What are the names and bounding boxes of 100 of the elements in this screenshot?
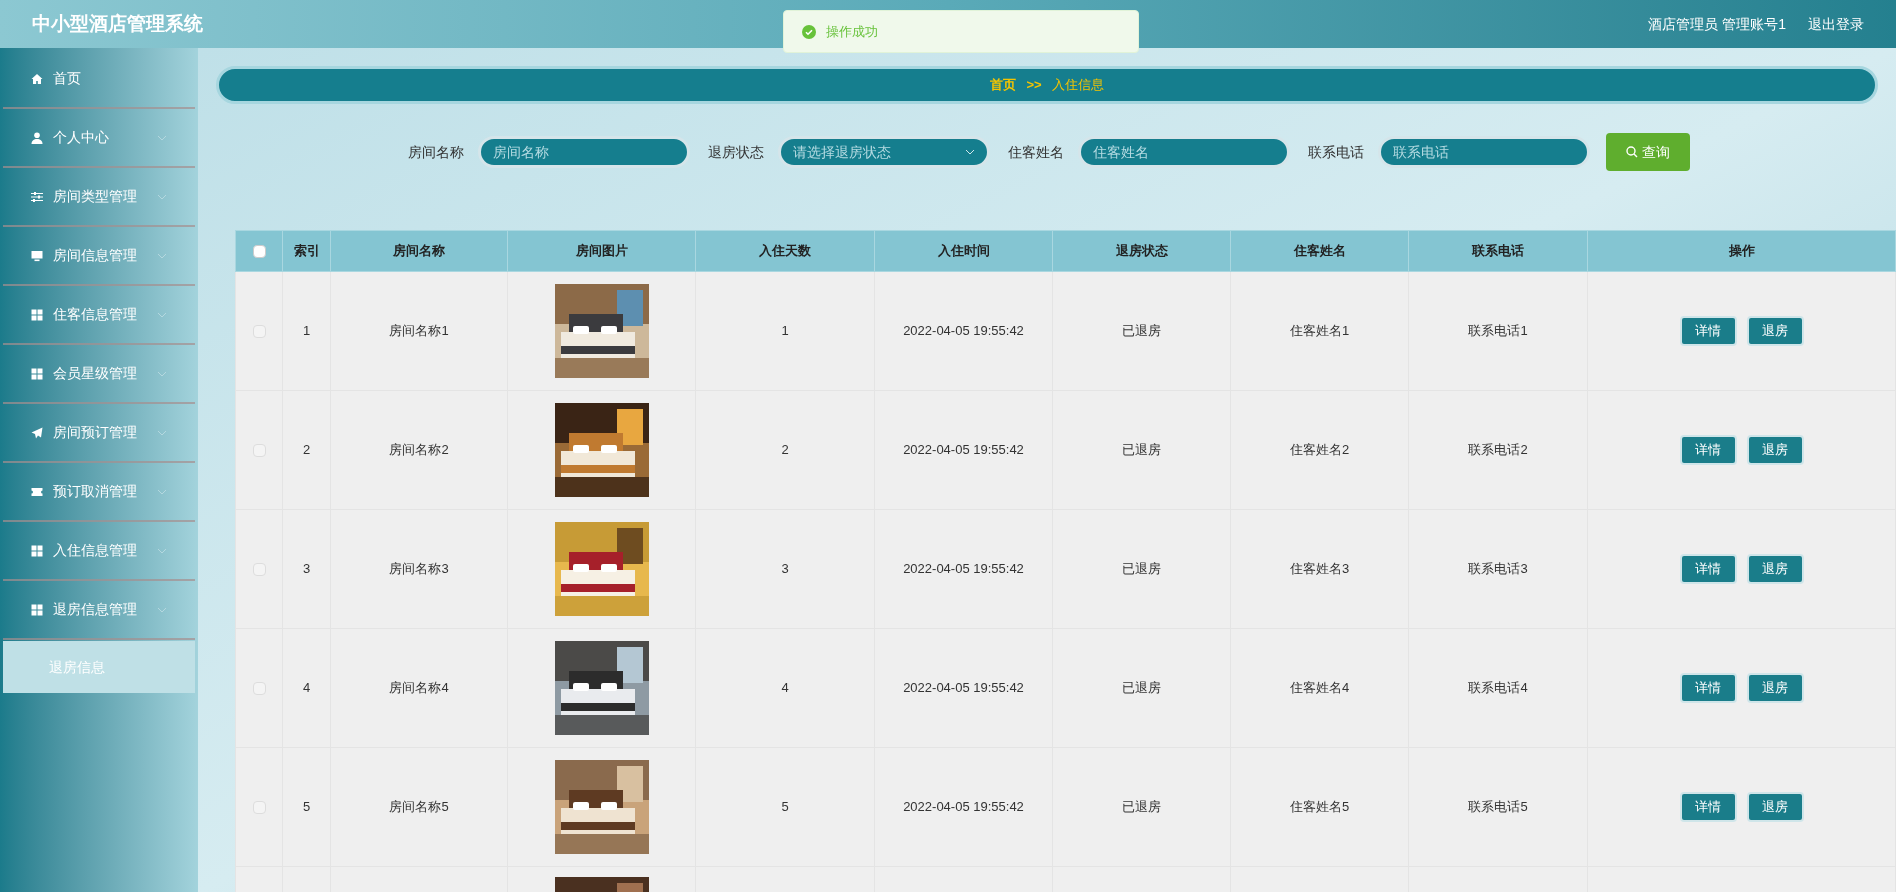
table-cell: 联系电话4: [1468, 680, 1528, 696]
user-icon: [31, 131, 43, 144]
table-cell: 3: [781, 561, 789, 577]
details-button[interactable]: 详情: [1679, 673, 1737, 703]
chevron-down-icon: [157, 488, 167, 495]
input-field[interactable]: 联系电话: [1378, 136, 1590, 168]
table-cell: 5: [781, 799, 789, 815]
table-cell: 住客姓名2: [1289, 442, 1350, 458]
checkout-button[interactable]: 退房: [1746, 435, 1804, 465]
chevron-down-icon: [157, 547, 167, 554]
sidebar-item[interactable]: 会员星级管理: [3, 345, 195, 404]
chevron-down-icon: [965, 149, 975, 155]
input-field[interactable]: 房间名称: [478, 136, 690, 168]
table-cell: 已退房: [1122, 799, 1161, 815]
table-cell: 房间名称3: [389, 561, 449, 577]
sidebar-item[interactable]: 预订取消管理: [3, 463, 195, 522]
table-cell: 2022-04-05 19:55:42: [903, 442, 1024, 458]
table-cell: 已退房: [1122, 680, 1161, 696]
table-cell: 3: [302, 561, 311, 577]
table-cell: 4: [781, 680, 789, 696]
status-select[interactable]: 请选择退房状态: [778, 136, 990, 168]
search-icon: [1626, 146, 1638, 158]
monitor-icon: [31, 249, 43, 262]
user-label: 酒店管理员 管理账号1: [1648, 14, 1786, 34]
column-header: 操作: [1728, 243, 1755, 259]
table-cell: 1: [302, 323, 311, 339]
chevron-down-icon: [157, 252, 167, 259]
details-button[interactable]: 详情: [1679, 435, 1737, 465]
table-cell: 2022-04-05 19:55:42: [903, 561, 1024, 577]
table-cell: 住客姓名5: [1289, 799, 1350, 815]
details-button[interactable]: 详情: [1679, 792, 1737, 822]
table-cell: 2: [302, 442, 311, 458]
table-cell: 4: [302, 680, 311, 696]
table-cell: 联系电话3: [1468, 561, 1528, 577]
field-label: 房间名称: [408, 142, 464, 162]
table-cell: 住客姓名1: [1289, 323, 1350, 339]
table-cell: 已退房: [1122, 442, 1161, 458]
sidebar-item[interactable]: 房间类型管理: [3, 168, 195, 227]
table-cell: 2022-04-05 19:55:42: [903, 680, 1024, 696]
ticket-icon: [31, 485, 43, 498]
table-cell: 2: [781, 442, 789, 458]
checkout-button[interactable]: 退房: [1746, 673, 1804, 703]
checkbox[interactable]: [252, 245, 266, 259]
chevron-down-icon: [157, 193, 167, 200]
grid-icon: [31, 308, 43, 321]
field-label: 住客姓名: [1008, 142, 1064, 162]
input-field[interactable]: 住客姓名: [1078, 136, 1290, 168]
table-cell: 5: [302, 799, 311, 815]
toast-message: 操作成功: [826, 22, 878, 41]
checkout-button[interactable]: 退房: [1746, 554, 1804, 584]
sidebar-item[interactable]: 入住信息管理: [3, 522, 195, 581]
home-icon: [31, 72, 43, 85]
table-cell: 已退房: [1122, 323, 1161, 339]
field-label: 退房状态: [708, 142, 764, 162]
column-header: 房间图片: [575, 243, 628, 259]
sidebar-item[interactable]: 首页: [3, 50, 195, 109]
table-cell: 房间名称2: [389, 442, 449, 458]
checkout-button[interactable]: 退房: [1746, 792, 1804, 822]
search-button[interactable]: 查询: [1606, 133, 1690, 171]
column-header: 联系电话: [1472, 243, 1524, 259]
column-header: 退房状态: [1115, 243, 1168, 259]
table-cell: 住客姓名4: [1289, 680, 1350, 696]
details-button[interactable]: 详情: [1679, 316, 1737, 346]
details-button[interactable]: 详情: [1679, 554, 1737, 584]
chevron-down-icon: [157, 134, 167, 141]
success-icon: [802, 24, 816, 39]
table-cell: 1: [781, 323, 789, 339]
table-cell: 房间名称1: [389, 323, 449, 339]
table-cell: 联系电话2: [1468, 442, 1528, 458]
sidebar-item[interactable]: 房间信息管理: [3, 227, 195, 286]
chevron-down-icon: [157, 429, 167, 436]
chevron-down-icon: [157, 370, 167, 377]
grid-icon: [31, 544, 43, 557]
paper-plane-icon: [31, 426, 43, 439]
breadcrumb-current: 入住信息: [1051, 76, 1104, 95]
chevron-down-icon: [157, 311, 167, 318]
table-cell: 联系电话5: [1468, 799, 1528, 815]
table-cell: 房间名称5: [389, 799, 449, 815]
chevron-down-icon: [157, 606, 167, 613]
sidebar-item[interactable]: 住客信息管理: [3, 286, 195, 345]
table-cell: 联系电话1: [1468, 323, 1528, 339]
sliders-icon: [31, 190, 43, 203]
column-header: 入住天数: [759, 243, 811, 259]
logout-link[interactable]: 退出登录: [1808, 13, 1864, 35]
column-header: 入住时间: [937, 243, 990, 259]
table-cell: 已退房: [1122, 561, 1161, 577]
table-cell: 2022-04-05 19:55:42: [903, 799, 1024, 815]
sidebar-item[interactable]: 房间预订管理: [3, 404, 195, 463]
checkout-button[interactable]: 退房: [1746, 316, 1804, 346]
column-header: 索引: [293, 243, 320, 259]
table-cell: 住客姓名3: [1289, 561, 1350, 577]
table-cell: 2022-04-05 19:55:42: [903, 323, 1024, 339]
column-header: 房间名称: [393, 243, 445, 259]
table-cell: 房间名称4: [389, 680, 449, 696]
app-title: 中小型酒店管理系统: [32, 11, 203, 36]
breadcrumb-separator: >>: [1026, 76, 1042, 95]
column-header: 住客姓名: [1293, 243, 1346, 259]
breadcrumb-link[interactable]: 首页: [990, 75, 1017, 95]
sidebar-item[interactable]: 个人中心: [3, 109, 195, 168]
grid-icon: [31, 367, 43, 380]
